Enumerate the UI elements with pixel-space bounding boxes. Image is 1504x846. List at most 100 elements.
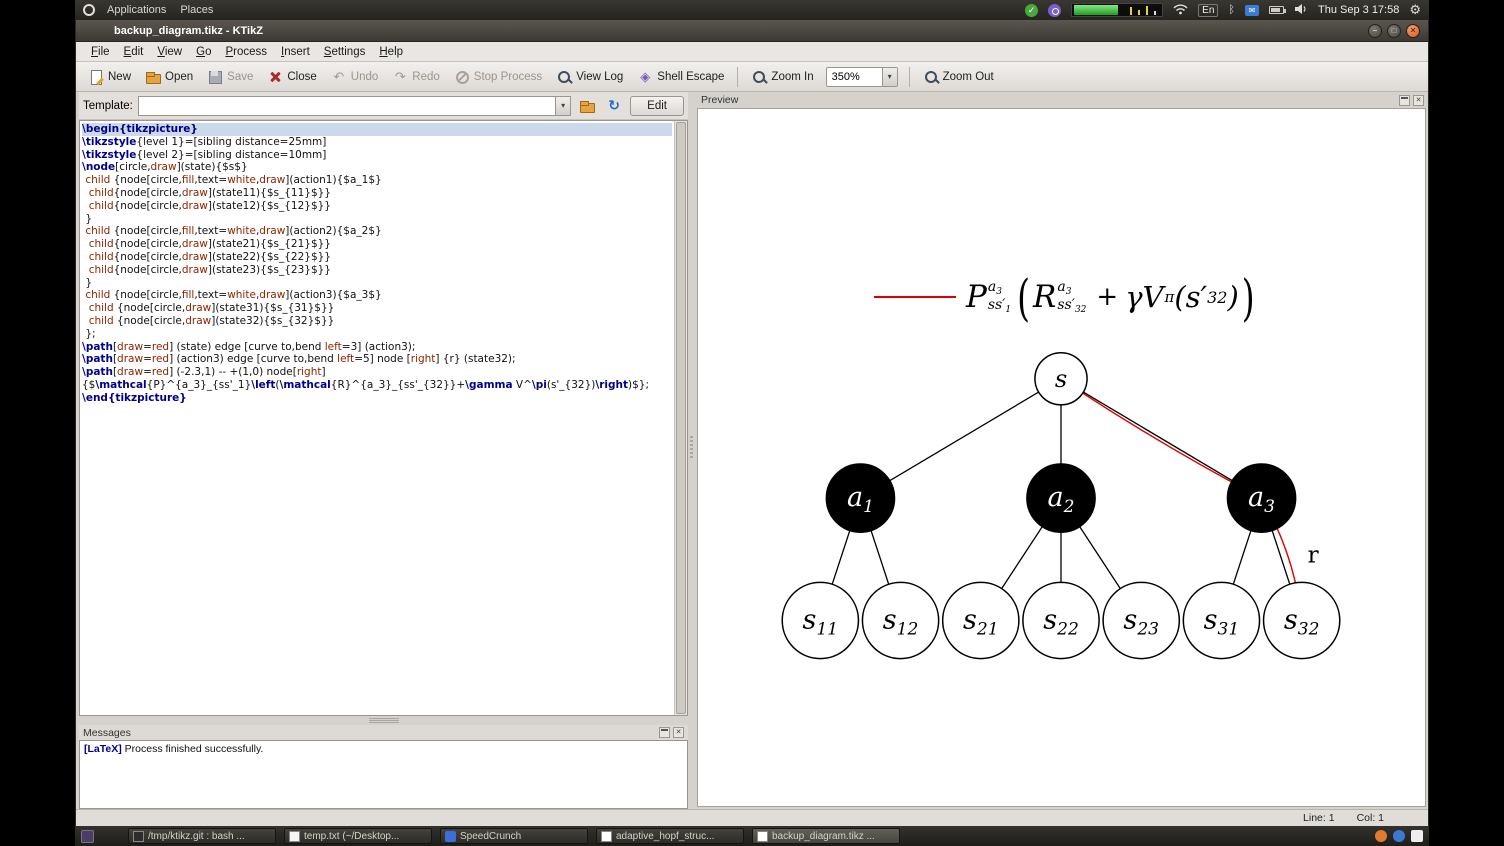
splitter-grip [690,436,693,459]
view-log-label: View Log [576,70,624,83]
editor-scrollbar[interactable] [674,121,687,715]
bluetooth-icon[interactable]: ᛒ [1228,4,1235,16]
stop-process-button: Stop Process [448,66,548,88]
preview-detach-icon[interactable] [1399,94,1410,106]
template-bar: Template: ▾ ↻ Edit [79,92,688,120]
code-line: child {node[circle,draw](state31){$s_{31… [88,302,335,315]
template-reload-button[interactable]: ↻ [603,95,625,117]
stop-process-icon [454,69,470,85]
code-line: child {node[circle,fill,text=white,draw]… [85,225,382,238]
window-controls: – □ ✕ [1368,24,1420,38]
applications-menu[interactable]: Applications [105,4,168,16]
menu-file[interactable]: File [84,44,117,60]
code-line: \path[draw=red] (action3) edge [curve to… [82,353,516,366]
menu-process[interactable]: Process [218,44,274,60]
new-button[interactable]: New [82,66,137,88]
template-browse-button[interactable] [576,95,598,117]
editor-scrollbar-thumb[interactable] [676,122,686,714]
preview-title: Preview [701,94,739,106]
tray-tex-icon[interactable] [1411,830,1423,842]
task-backup-diagram[interactable]: backup_diagram.tikz ... [752,828,900,844]
distro-logo-icon[interactable] [83,4,95,16]
save-icon [207,69,223,85]
zoom-dropdown-arrow[interactable]: ▾ [881,67,897,86]
zoom-out-button[interactable]: Zoom Out [917,66,1000,88]
horizontal-splitter[interactable] [79,716,688,725]
messages-close-icon[interactable]: ✕ [673,727,684,738]
view-log-button[interactable]: View Log [550,66,629,88]
close-button[interactable]: Close [261,66,322,88]
clock[interactable]: Thu Sep 3 17:58 [1318,4,1399,16]
tracker-indicator-icon[interactable] [1048,3,1062,17]
places-menu[interactable]: Places [178,4,215,16]
preview-close-icon[interactable]: ✕ [1413,94,1424,106]
battery-icon[interactable] [1269,6,1286,14]
task-temp-txt[interactable]: temp.txt (~/Desktop... [284,828,432,844]
updates-ok-icon[interactable]: ✓ [1025,3,1039,17]
titlebar[interactable]: backup_diagram.tikz - KTikZ – □ ✕ [76,20,1428,42]
zoom-level-select[interactable]: 350% ▾ [825,66,898,87]
task-ktikz-terminal[interactable]: /tmp/ktikz.git : bash ... [128,828,276,844]
code-line: \begin{tikzpicture} [82,123,672,136]
task-adaptive-hopf[interactable]: adaptive_hopf_struc... [596,828,744,844]
taskbar-corner-icon[interactable] [81,829,94,843]
tray-blue-icon[interactable] [1393,830,1405,842]
system-monitor-applet[interactable] [1071,3,1164,17]
menu-bar: File Edit View Go Process Insert Settings Help [76,42,1428,62]
session-gear-icon[interactable]: ⚙ [1409,2,1421,18]
status-col: Col: 1 [1356,812,1384,824]
tree-edge [860,378,1062,499]
mail-icon[interactable]: ✉ [1245,4,1259,16]
shell-escape-button[interactable]: Shell Escape [631,66,730,88]
close-button[interactable]: ✕ [1406,24,1420,38]
volume-icon[interactable] [1294,3,1308,18]
task-speedcrunch[interactable]: SpeedCrunch [440,828,588,844]
code-line: child{node[circle,draw](state11){$s_{11}… [88,186,331,199]
text-file-icon [289,830,300,842]
code-line: \tikzstyle{level 1}=[sibling distance=25… [82,135,327,148]
template-edit-button[interactable]: Edit [630,95,684,116]
shell-escape-label: Shell Escape [657,70,725,83]
menu-view[interactable]: View [150,44,189,60]
window-title: backup_diagram.tikz - KTikZ [114,24,263,37]
menu-go[interactable]: Go [189,44,218,60]
code-editor[interactable]: \begin{tikzpicture} \tikzstyle{level 1}=[… [79,120,688,716]
menu-help[interactable]: Help [372,44,410,60]
splitter-grip [368,718,399,723]
formula-arg-close: ) [1227,280,1239,314]
template-dropdown-arrow[interactable]: ▾ [555,96,571,115]
code-line: child{node[circle,draw](state21){$s_{21}… [88,238,331,251]
stop-process-label: Stop Process [473,70,543,83]
code-line: child{node[circle,draw](state12){$s_{12}… [88,199,331,212]
keyboard-layout-indicator[interactable]: En [1198,3,1219,17]
vertical-splitter[interactable] [688,92,695,809]
code-editor-content[interactable]: \begin{tikzpicture} \tikzstyle{level 1}=[… [80,121,674,715]
code-line: \path[draw=red] (state) edge [curve to,b… [82,340,416,353]
maximize-button[interactable]: □ [1387,24,1401,38]
formula-close-paren: ) [1241,267,1255,327]
status-line: Line: 1 [1303,812,1335,824]
toolbar-separator [737,66,739,87]
redo-label: Redo [412,70,440,83]
desktop: Applications Places ✓ En ᛒ ✉ Thu Sep 3 1… [75,0,1429,846]
menu-settings[interactable]: Settings [317,44,373,60]
template-select[interactable]: ▾ [137,95,572,116]
formula-P: P [966,279,987,315]
zoom-in-button[interactable]: Zoom In [745,66,819,88]
wifi-icon[interactable] [1173,3,1188,18]
undo-icon [331,69,347,85]
ktikz-window: backup_diagram.tikz - KTikZ – □ ✕ File Ed… [75,20,1429,826]
code-line: child{node[circle,draw](state23){$s_{23}… [88,263,331,276]
document-icon [601,830,612,842]
tray-orange-icon[interactable] [1375,830,1387,842]
preview-svg: rsa1 a2 a3s11 s12 s21 s22 s23 s31 s32 [781,351,1341,660]
speedcrunch-icon [445,830,456,842]
preview-header: Preview ✕ [695,92,1428,108]
open-button[interactable]: Open [139,66,199,88]
menu-insert[interactable]: Insert [274,44,317,60]
menu-edit[interactable]: Edit [117,44,151,60]
zoom-in-label: Zoom In [771,70,814,83]
messages-detach-icon[interactable] [659,727,670,738]
panel-left: Applications Places [83,4,215,16]
minimize-button[interactable]: – [1368,24,1382,38]
